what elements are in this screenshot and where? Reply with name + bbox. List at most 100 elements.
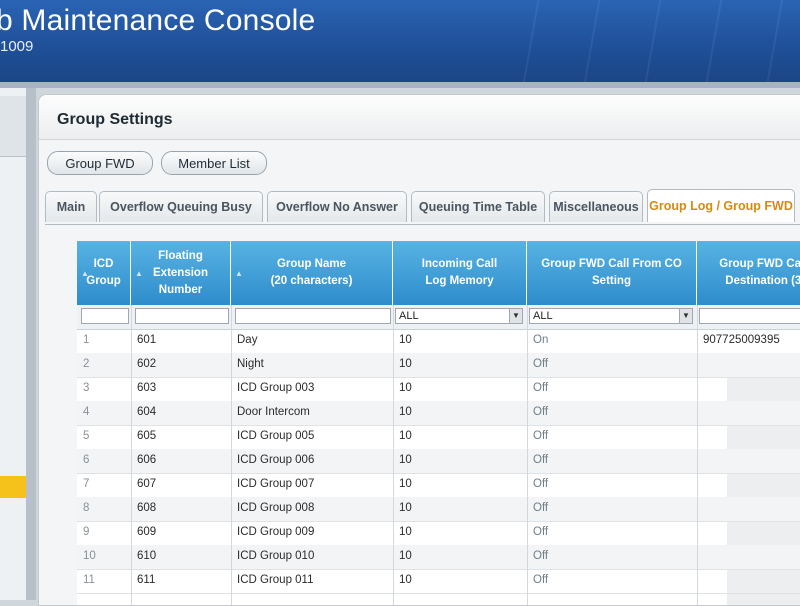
cell-fwd-setting[interactable]: Off: [533, 526, 548, 538]
table-row[interactable]: 11 611 ICD Group 011 10 Off: [77, 569, 800, 594]
cell-extension[interactable]: 607: [137, 478, 156, 490]
column-header-group-fwd-destination[interactable]: Group FWD Call I Destination (32: [697, 241, 800, 305]
cell-log-memory[interactable]: 10: [399, 406, 412, 418]
filter-input-name[interactable]: [235, 308, 391, 324]
table-row[interactable]: 4 604 Door Intercom 10 Off: [77, 401, 800, 426]
member-list-button[interactable]: Member List: [161, 151, 267, 175]
cell-fwd-setting[interactable]: On: [533, 334, 548, 346]
cell-icd-group[interactable]: 7: [83, 478, 89, 490]
cell-fwd-setting[interactable]: Off: [533, 574, 548, 586]
tab-group-log-group-fwd[interactable]: Group Log / Group FWD: [647, 189, 795, 222]
filter-input-group[interactable]: [81, 308, 129, 324]
cell-group-name[interactable]: ICD Group 003: [237, 382, 314, 394]
cell-fwd-setting[interactable]: Off: [533, 550, 548, 562]
cell-group-name[interactable]: Day: [237, 334, 257, 346]
column-divider: [393, 305, 394, 605]
cell-extension[interactable]: 602: [137, 358, 156, 370]
group-fwd-button[interactable]: Group FWD: [47, 151, 153, 175]
sort-icon: ▲: [135, 269, 143, 278]
cell-log-memory[interactable]: 10: [399, 526, 412, 538]
cell-icd-group[interactable]: 10: [83, 550, 96, 562]
left-nav-item[interactable]: [0, 96, 26, 157]
column-divider: [697, 305, 698, 605]
dropdown-arrow-icon: ▼: [509, 309, 522, 323]
tab-overflow-no-answer[interactable]: Overflow No Answer: [267, 191, 407, 222]
cell-fwd-setting[interactable]: Off: [533, 382, 548, 394]
cell-fwd-setting[interactable]: Off: [533, 502, 548, 514]
cell-log-memory[interactable]: 10: [399, 382, 412, 394]
table-row[interactable]: 5 605 ICD Group 005 10 Off: [77, 425, 800, 450]
table-row[interactable]: 3 603 ICD Group 003 10 Off: [77, 377, 800, 402]
cell-extension[interactable]: 609: [137, 526, 156, 538]
cell-icd-group[interactable]: 6: [83, 454, 89, 466]
cell-log-memory[interactable]: 10: [399, 502, 412, 514]
tab-divider: [45, 224, 800, 225]
cell-group-name[interactable]: Door Intercom: [237, 406, 310, 418]
cell-group-name[interactable]: ICD Group 005: [237, 430, 314, 442]
cell-extension[interactable]: 605: [137, 430, 156, 442]
cell-log-memory[interactable]: 10: [399, 334, 412, 346]
filter-select-fwd-setting[interactable]: ALL ▼: [529, 308, 693, 324]
cell-log-memory[interactable]: 10: [399, 574, 412, 586]
cell-icd-group[interactable]: 4: [83, 406, 89, 418]
filter-input-destination[interactable]: [699, 308, 800, 324]
cell-extension[interactable]: 606: [137, 454, 156, 466]
cell-log-memory[interactable]: 10: [399, 358, 412, 370]
table-row[interactable]: 2 602 Night 10 Off: [77, 353, 800, 378]
table-row[interactable]: 6 606 ICD Group 006 10 Off: [77, 449, 800, 474]
cell-log-memory[interactable]: 10: [399, 454, 412, 466]
cell-group-name[interactable]: Night: [237, 358, 264, 370]
app-title: b Maintenance Console: [0, 4, 316, 37]
cell-extension[interactable]: 610: [137, 550, 156, 562]
cell-extension[interactable]: 601: [137, 334, 156, 346]
cell-extension[interactable]: 603: [137, 382, 156, 394]
sort-icon: ▲: [235, 269, 243, 278]
left-nav: [0, 88, 27, 600]
table-row[interactable]: 1 601 Day 10 On 907725009395: [77, 329, 800, 354]
filter-input-extension[interactable]: [135, 308, 229, 324]
banner-divider: [0, 82, 800, 88]
cell-group-name[interactable]: ICD Group 009: [237, 526, 314, 538]
column-header-group-fwd-setting[interactable]: Group FWD Call From CO Setting: [527, 241, 697, 305]
cell-group-name[interactable]: ICD Group 010: [237, 550, 314, 562]
column-header-icd-group[interactable]: ▲ ICD Group: [77, 241, 131, 305]
cell-group-name[interactable]: ICD Group 011: [237, 574, 314, 586]
cell-log-memory[interactable]: 10: [399, 550, 412, 562]
tab-miscellaneous[interactable]: Miscellaneous: [549, 191, 643, 222]
cell-icd-group[interactable]: 11: [83, 574, 95, 586]
cell-group-name[interactable]: ICD Group 007: [237, 478, 314, 490]
cell-icd-group[interactable]: 1: [83, 334, 89, 346]
cell-fwd-setting[interactable]: Off: [533, 454, 548, 466]
splitter-handle[interactable]: [26, 88, 36, 600]
column-header-incoming-call-log[interactable]: Incoming Call Log Memory: [393, 241, 527, 305]
tab-queuing-time-table[interactable]: Queuing Time Table: [411, 191, 545, 222]
cell-fwd-setting[interactable]: Off: [533, 430, 548, 442]
cell-destination[interactable]: 907725009395: [703, 334, 780, 346]
table-row[interactable]: 7 607 ICD Group 007 10 Off: [77, 473, 800, 498]
cell-extension[interactable]: 611: [137, 574, 155, 586]
cell-group-name[interactable]: ICD Group 006: [237, 454, 314, 466]
cell-icd-group[interactable]: 5: [83, 430, 89, 442]
cell-icd-group[interactable]: 3: [83, 382, 89, 394]
tab-main[interactable]: Main: [45, 191, 97, 222]
left-nav-selected-item[interactable]: [0, 476, 26, 498]
cell-extension[interactable]: 604: [137, 406, 156, 418]
cell-fwd-setting[interactable]: Off: [533, 406, 548, 418]
column-header-label: Incoming Call Log Memory: [421, 258, 498, 287]
cell-fwd-setting[interactable]: Off: [533, 478, 548, 490]
table-row[interactable]: 10 610 ICD Group 010 10 Off: [77, 545, 800, 570]
column-header-floating-extension[interactable]: ▲ Floating Extension Number: [131, 241, 231, 305]
column-header-group-name[interactable]: ▲ Group Name (20 characters): [231, 241, 393, 305]
cell-icd-group[interactable]: 9: [83, 526, 89, 538]
tab-overflow-queuing-busy[interactable]: Overflow Queuing Busy: [99, 191, 263, 222]
cell-fwd-setting[interactable]: Off: [533, 358, 548, 370]
filter-select-log-memory[interactable]: ALL ▼: [395, 308, 523, 324]
cell-log-memory[interactable]: 10: [399, 430, 412, 442]
cell-extension[interactable]: 608: [137, 502, 156, 514]
cell-icd-group[interactable]: 2: [83, 358, 89, 370]
cell-group-name[interactable]: ICD Group 008: [237, 502, 314, 514]
table-row[interactable]: 9 609 ICD Group 009 10 Off: [77, 521, 800, 546]
cell-icd-group[interactable]: 8: [83, 502, 89, 514]
table-row[interactable]: 8 608 ICD Group 008 10 Off: [77, 497, 800, 522]
cell-log-memory[interactable]: 10: [399, 478, 412, 490]
